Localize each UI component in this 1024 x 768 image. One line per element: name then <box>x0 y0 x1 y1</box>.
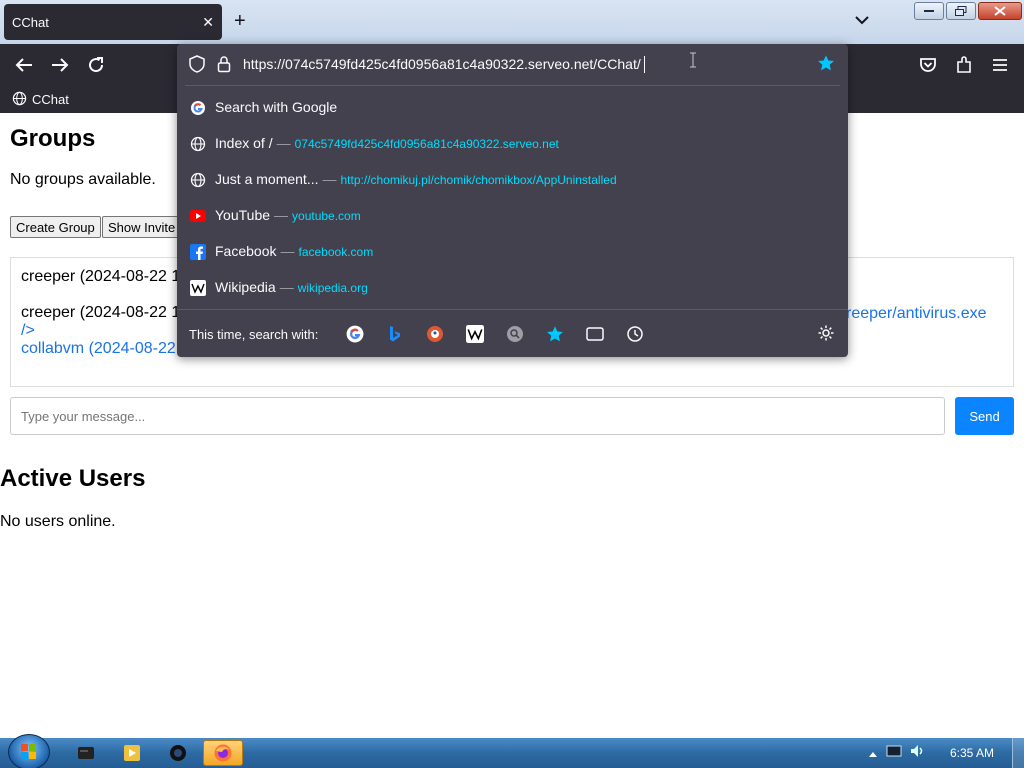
volume-icon[interactable] <box>910 744 926 763</box>
suggestion-url: 074c5749fd425c4fd0956a81c4a90322.serveo.… <box>294 137 559 151</box>
forward-arrow-icon[interactable] <box>49 54 71 76</box>
firefox-taskbar-icon[interactable] <box>203 740 243 766</box>
network-icon[interactable] <box>886 744 902 763</box>
bookmark-star-icon[interactable] <box>817 54 835 77</box>
clock[interactable]: 6:35 AM <box>950 746 994 760</box>
url-bar[interactable]: https://074c5749fd425c4fd0956a81c4a90322… <box>177 44 848 84</box>
pocket-icon[interactable] <box>917 54 939 76</box>
suggestion-index[interactable]: Index of / —074c5749fd425c4fd0956a81c4a90… <box>177 126 848 162</box>
lock-icon[interactable] <box>217 55 231 78</box>
window-controls <box>914 2 1022 20</box>
divider <box>185 85 840 86</box>
chevron-down-icon[interactable] <box>855 12 869 30</box>
shield-icon[interactable] <box>189 55 205 78</box>
suggestion-facebook[interactable]: Facebook — facebook.com <box>177 234 848 270</box>
wikipedia-icon <box>189 279 207 297</box>
show-invites-button[interactable]: Show Invite <box>102 216 182 238</box>
suggestion-title: Wikipedia <box>215 279 276 295</box>
gear-icon[interactable] <box>817 324 837 344</box>
wikipedia-engine-icon[interactable] <box>465 324 485 344</box>
back-arrow-icon[interactable] <box>13 54 35 76</box>
facebook-icon <box>189 243 207 261</box>
reload-icon[interactable] <box>85 54 107 76</box>
globe-icon <box>189 135 207 153</box>
divider <box>177 309 848 310</box>
url-dropdown: https://074c5749fd425c4fd0956a81c4a90322… <box>177 44 848 357</box>
bookmarks-star-icon[interactable] <box>545 324 565 344</box>
menu-icon[interactable] <box>989 54 1011 76</box>
duckduckgo-engine-icon[interactable] <box>425 324 445 344</box>
suggestion-url: youtube.com <box>292 209 361 223</box>
search-with-label: This time, search with: <box>189 327 319 342</box>
close-tab-icon[interactable]: ✕ <box>202 14 214 31</box>
new-tab-button[interactable]: + <box>234 11 246 31</box>
suggestion-title: YouTube <box>215 207 271 223</box>
users-empty-text: No users online. <box>0 513 116 530</box>
suggestion-url: http://chomikuj.pl/chomik/chomikbox/AppU… <box>340 173 617 187</box>
search-engine-icon[interactable] <box>505 324 525 344</box>
extensions-icon[interactable] <box>953 54 975 76</box>
suggestion-just-a-moment[interactable]: Just a moment... — http://chomikuj.pl/chom… <box>177 162 848 198</box>
separator-dash: — <box>280 243 295 259</box>
close-window-button[interactable] <box>978 2 1022 20</box>
system-tray <box>868 744 926 763</box>
message-link[interactable]: reeper/antivirus.exe <box>846 305 987 323</box>
url-text[interactable]: https://074c5749fd425c4fd0956a81c4a90322… <box>243 56 641 72</box>
suggestion-search-google[interactable]: Search with Google <box>177 90 848 126</box>
taskbar-app-icon[interactable] <box>66 740 106 766</box>
media-player-icon[interactable] <box>112 740 152 766</box>
show-desktop-button[interactable] <box>1012 738 1024 768</box>
suggestion-title: Facebook <box>215 243 277 259</box>
suggestion-url: facebook.com <box>298 245 374 259</box>
taskbar: 6:35 AM <box>0 734 1024 768</box>
suggestion-title: Search with Google <box>215 99 338 115</box>
ibeam-cursor-icon <box>689 52 697 68</box>
suggestion-title: Just a moment... <box>215 171 319 187</box>
tab-cchat[interactable]: CChat ✕ <box>4 4 222 40</box>
message-item: /> <box>21 322 35 339</box>
title-bar: CChat ✕ + <box>0 0 1024 44</box>
separator-dash: — <box>276 135 291 151</box>
tab-title: CChat <box>12 14 49 30</box>
taskbar-app-icon[interactable] <box>158 740 198 766</box>
start-button[interactable] <box>8 734 50 768</box>
minimize-button[interactable] <box>914 2 944 20</box>
google-icon <box>189 99 207 117</box>
tabs-icon[interactable] <box>585 324 605 344</box>
create-group-button[interactable]: Create Group <box>10 216 101 238</box>
globe-icon <box>12 91 27 109</box>
bookmark-cchat[interactable]: CChat <box>32 92 69 107</box>
suggestion-url: wikipedia.org <box>297 281 368 295</box>
groups-heading: Groups <box>10 125 96 152</box>
restore-button[interactable] <box>946 2 976 20</box>
active-users-heading: Active Users <box>0 465 146 492</box>
youtube-icon <box>189 207 207 225</box>
message-input[interactable] <box>10 397 945 435</box>
send-button[interactable]: Send <box>955 397 1014 435</box>
message-item: creeper (2024-08-22 1 <box>21 304 181 321</box>
suggestion-youtube[interactable]: YouTube — youtube.com <box>177 198 848 234</box>
message-item[interactable]: collabvm (2024-08-22 <box>21 340 176 358</box>
groups-empty-text: No groups available. <box>10 171 156 188</box>
globe-icon <box>189 171 207 189</box>
bing-engine-icon[interactable] <box>385 324 405 344</box>
suggestion-title: Index of / <box>215 135 273 151</box>
separator-dash: — <box>322 171 337 187</box>
history-clock-icon[interactable] <box>625 324 645 344</box>
separator-dash: — <box>274 207 289 223</box>
message-item: creeper (2024-08-22 1 <box>21 268 181 285</box>
suggestion-wikipedia[interactable]: Wikipedia — wikipedia.org <box>177 270 848 306</box>
text-caret <box>644 56 645 73</box>
chevron-up-icon[interactable] <box>868 745 878 763</box>
google-engine-icon[interactable] <box>345 324 365 344</box>
separator-dash: — <box>279 279 294 295</box>
